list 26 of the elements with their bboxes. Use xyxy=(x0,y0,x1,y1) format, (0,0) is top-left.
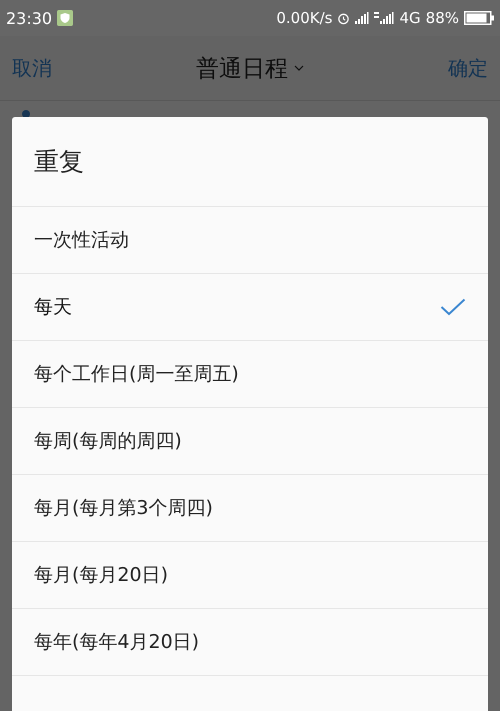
option-label: 每月(每月第3个周四) xyxy=(34,496,213,521)
option-label: 每天 xyxy=(34,295,72,320)
battery-icon xyxy=(464,11,494,25)
network-speed: 0.00K/s xyxy=(276,9,332,27)
repeat-option[interactable]: 每月(每月20日) xyxy=(12,542,488,609)
repeat-option[interactable]: 每个工作日(周一至周五) xyxy=(12,341,488,408)
signal-icon xyxy=(355,12,370,24)
option-label: 每月(每月20日) xyxy=(34,563,168,588)
option-label: 每周(每周的周四) xyxy=(34,429,182,454)
option-label: 一次性活动 xyxy=(34,228,129,253)
network-type: 4G xyxy=(399,9,421,27)
option-label: 每个工作日(周一至周五) xyxy=(34,362,239,387)
caret-icon xyxy=(294,65,304,71)
repeat-option[interactable]: 每周(每周的周四) xyxy=(12,408,488,475)
option-label: 每年(每年4月20日) xyxy=(34,630,200,655)
battery-percent: 88% xyxy=(426,9,459,27)
signal-icon xyxy=(374,12,394,24)
dialog-title: 重复 xyxy=(12,117,488,207)
shield-app-icon xyxy=(57,10,74,26)
repeat-option[interactable]: 每天 xyxy=(12,274,488,341)
repeat-option[interactable]: 一次性活动 xyxy=(12,207,488,274)
repeat-option[interactable]: 每月(每月第3个周四) xyxy=(12,475,488,542)
clock-time: 23:30 xyxy=(6,8,52,28)
repeat-option[interactable]: 每年(每年4月20日) xyxy=(12,609,488,676)
checkmark-icon xyxy=(440,298,466,316)
alarm-icon xyxy=(337,12,350,24)
